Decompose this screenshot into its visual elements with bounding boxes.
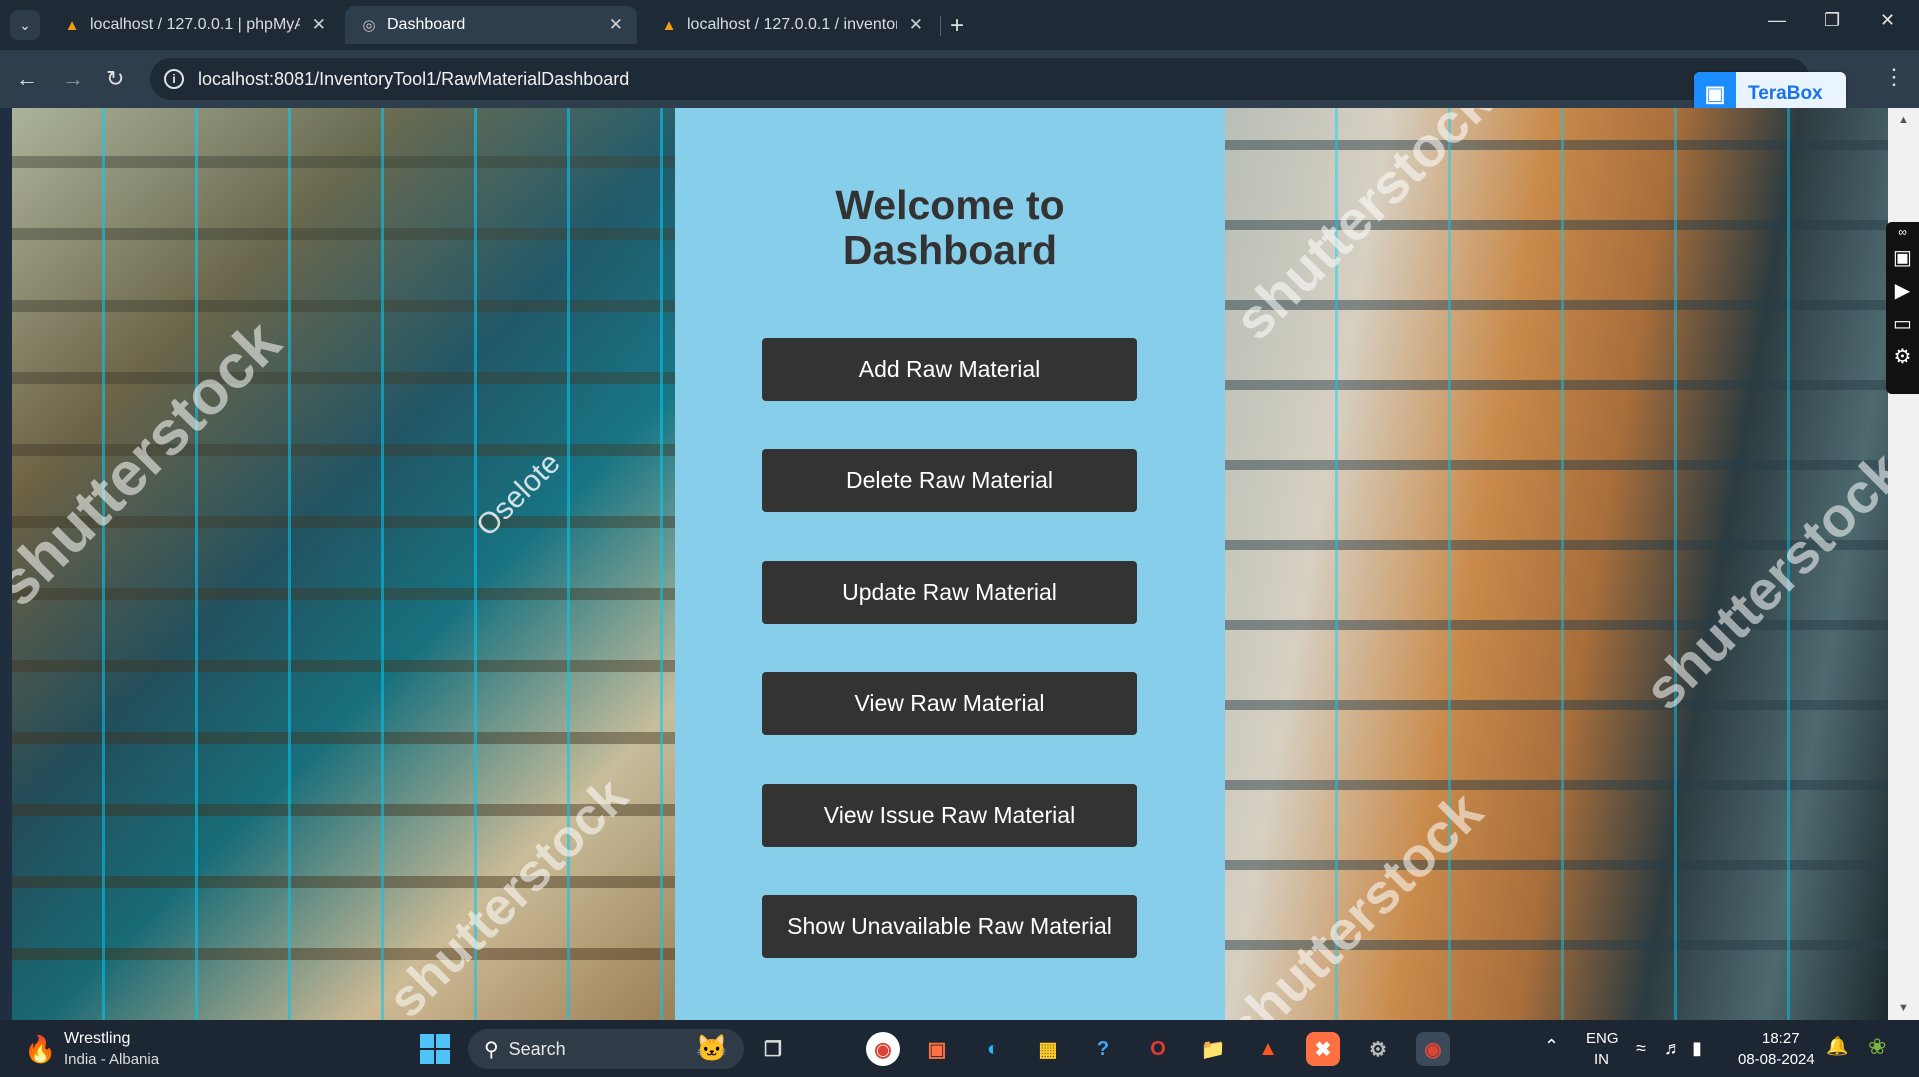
tab-title: localhost / 127.0.0.1 / inventory [687, 16, 897, 33]
more-menu-icon[interactable]: ⋮ [1883, 64, 1905, 90]
search-highlight-icon: 🐱 [695, 1033, 728, 1063]
terabox-label: TeraBox [1748, 83, 1823, 104]
chrome-icon[interactable]: ◉ [866, 1032, 900, 1066]
copilot-icon[interactable]: ❀ [1868, 1034, 1886, 1060]
wifi-icon[interactable]: ≈ [1636, 1038, 1646, 1059]
delete-raw-material-button[interactable]: Delete Raw Material [762, 449, 1137, 512]
url-text: localhost:8081/InventoryTool1/RawMateria… [198, 68, 630, 89]
watermark-text: shutterstock [12, 307, 294, 620]
search-icon: ⚲ [484, 1038, 499, 1061]
tab-strip: ⌄ ▲ localhost / 127.0.0.1 | phpMyAd ✕ ◎ … [0, 0, 1919, 50]
reload-icon[interactable]: ↻ [106, 66, 124, 92]
windows-start-icon[interactable] [420, 1034, 450, 1064]
scroll-down-icon[interactable]: ▼ [1898, 1002, 1909, 1014]
help-icon[interactable]: ? [1086, 1032, 1120, 1066]
search-label: Search [508, 1038, 566, 1059]
xampp-icon[interactable]: ✖ [1306, 1032, 1340, 1066]
close-icon[interactable]: ✕ [312, 15, 326, 35]
close-icon[interactable]: ✕ [909, 15, 923, 35]
forward-arrow-icon[interactable]: → [62, 66, 84, 92]
back-arrow-icon[interactable]: ← [16, 66, 38, 92]
watermark-text: shutterstock [377, 767, 639, 1020]
video-icon[interactable]: ▶ [1886, 275, 1919, 308]
tab-search-button[interactable]: ⌄ [10, 10, 40, 40]
title-line-1: Welcome to [835, 182, 1065, 228]
opera-icon[interactable]: O [1141, 1032, 1175, 1066]
windows-taskbar: 🔥 Wrestling India - Albania ⚲ Search 🐱 ❐… [0, 1020, 1919, 1077]
link-icon[interactable]: ∞ [1886, 222, 1919, 242]
window-capture-icon[interactable]: ▭ [1886, 308, 1919, 341]
chrome-profile-icon[interactable]: ◉ [1416, 1032, 1450, 1066]
watermark-text: shutterstock [1225, 779, 1495, 1020]
settings-app-icon[interactable]: ⚙ [1361, 1032, 1395, 1066]
language-line-1[interactable]: ENG [1586, 1030, 1619, 1047]
globe-icon: ◎ [362, 17, 376, 34]
weather-flame-icon[interactable]: 🔥 [24, 1034, 56, 1065]
update-raw-material-button[interactable]: Update Raw Material [762, 561, 1137, 624]
scroll-up-icon[interactable]: ▲ [1898, 114, 1909, 126]
site-info-icon[interactable]: i [164, 69, 184, 89]
tab-title: Dashboard [387, 16, 466, 33]
file-explorer-icon[interactable]: 📁 [1196, 1032, 1230, 1066]
restore-icon[interactable]: ❐ [1824, 10, 1840, 31]
watermark-text: shutterstock [1225, 108, 1505, 352]
view-issue-raw-material-button[interactable]: View Issue Raw Material [762, 784, 1137, 847]
settings-gear-icon[interactable]: ⚙ [1886, 341, 1919, 374]
minimize-icon[interactable]: — [1768, 10, 1786, 31]
task-view-icon[interactable]: ❐ [756, 1032, 790, 1066]
media-app-icon[interactable]: ▣ [920, 1032, 954, 1066]
phpmyadmin-icon: ▲ [661, 16, 677, 34]
warehouse-image-right: shutterstock shutterstock shutterstock [1225, 108, 1888, 1020]
add-raw-material-button[interactable]: Add Raw Material [762, 338, 1137, 401]
tab-dashboard[interactable]: ◎ Dashboard ✕ [345, 6, 637, 44]
volume-icon[interactable]: ♬ [1664, 1038, 1682, 1059]
tab-title: localhost / 127.0.0.1 | phpMyAd [90, 16, 300, 33]
weather-title[interactable]: Wrestling [64, 1030, 130, 1048]
close-window-icon[interactable]: ✕ [1880, 10, 1895, 31]
page-title: Welcome to Dashboard [675, 183, 1225, 273]
new-tab-button[interactable]: + [950, 12, 964, 40]
phpmyadmin-icon: ▲ [64, 16, 80, 34]
tab-phpmyadmin-2[interactable]: ▲ localhost / 127.0.0.1 / inventory ✕ [645, 6, 937, 44]
show-unavailable-raw-material-button[interactable]: Show Unavailable Raw Material [762, 895, 1137, 958]
page-viewport: shutterstock shutterstock Oselote Welcom… [12, 108, 1888, 1020]
tab-phpmyadmin-1[interactable]: ▲ localhost / 127.0.0.1 | phpMyAd ✕ [48, 6, 340, 44]
store-icon[interactable]: ▦ [1031, 1032, 1065, 1066]
tab-divider [940, 16, 941, 36]
close-icon[interactable]: ✕ [609, 15, 623, 35]
caption-text: Oselote [470, 446, 567, 543]
warehouse-image-left: shutterstock shutterstock Oselote [12, 108, 675, 1020]
toolbar: ← → ↻ i localhost:8081/InventoryTool1/Ra… [0, 50, 1919, 108]
view-raw-material-button[interactable]: View Raw Material [762, 672, 1137, 735]
title-line-2: Dashboard [842, 227, 1058, 273]
dashboard-panel: Welcome to Dashboard Add Raw Material De… [675, 108, 1225, 1020]
brave-icon[interactable]: ▲ [1251, 1032, 1285, 1066]
battery-icon[interactable]: ▮ [1692, 1038, 1702, 1059]
clock-time[interactable]: 18:27 [1762, 1030, 1800, 1047]
edge-icon[interactable]: ◐ [976, 1032, 1010, 1066]
weather-subtitle[interactable]: India - Albania [64, 1051, 159, 1068]
language-line-2[interactable]: IN [1594, 1051, 1609, 1068]
taskbar-search[interactable]: ⚲ Search 🐱 [468, 1029, 744, 1069]
watermark-text: shutterstock [1631, 439, 1888, 722]
tray-chevron-up-icon[interactable]: ⌃ [1544, 1036, 1559, 1057]
address-bar[interactable]: i localhost:8081/InventoryTool1/RawMater… [150, 58, 1810, 100]
chevron-down-icon: ⌄ [19, 16, 31, 33]
clock-date[interactable]: 08-08-2024 [1738, 1051, 1815, 1068]
notification-bell-icon[interactable]: 🔔 [1826, 1036, 1848, 1057]
camera-icon[interactable]: ▣ [1886, 242, 1919, 275]
capture-toolbar: ∞ ▣ ▶ ▭ ⚙ [1886, 222, 1919, 394]
